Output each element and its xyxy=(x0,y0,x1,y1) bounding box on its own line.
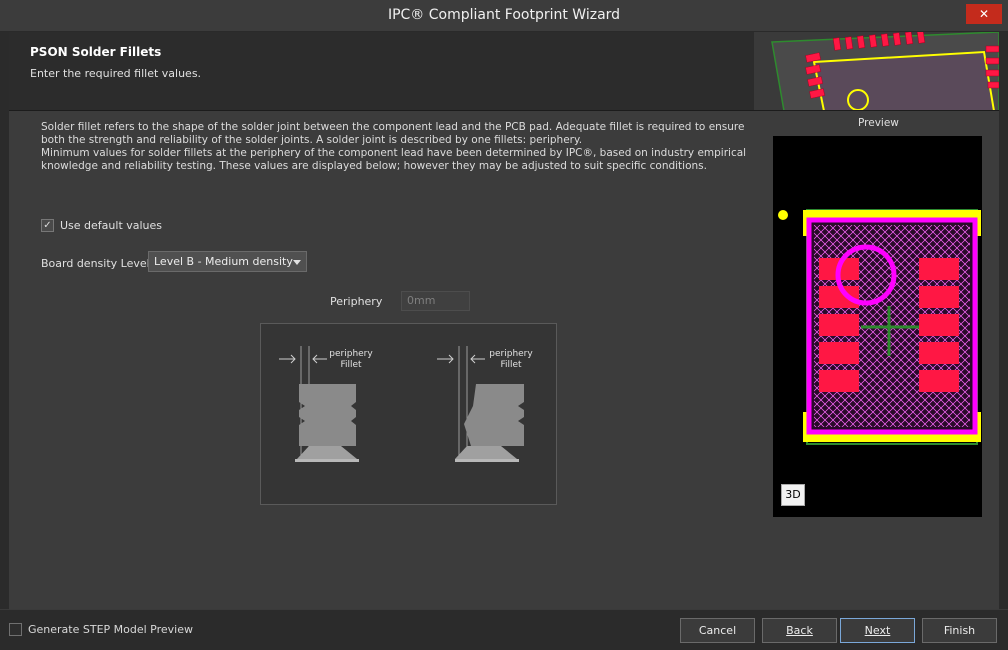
board-density-value: Level B - Medium density xyxy=(154,255,293,268)
finish-button[interactable]: Finish xyxy=(922,618,997,643)
page-subtitle: Enter the required fillet values. xyxy=(30,67,202,80)
cancel-button[interactable]: Cancel xyxy=(680,618,755,643)
back-button-label: Back xyxy=(786,624,813,637)
use-default-values-option[interactable]: ✓ Use default values xyxy=(41,219,162,232)
use-default-values-checkbox[interactable]: ✓ xyxy=(41,219,54,232)
fillet-diagram-left: periphery Fillet xyxy=(279,346,373,462)
preview-label: Preview xyxy=(858,117,899,129)
fillet-diagram-label: Fillet xyxy=(340,360,362,370)
footprint-preview[interactable]: 3D xyxy=(773,136,982,517)
use-default-values-label: Use default values xyxy=(60,219,163,232)
next-button-label: Next xyxy=(864,624,891,637)
periphery-input[interactable]: 0mm xyxy=(401,291,470,311)
pin1-marker xyxy=(778,210,788,220)
generate-step-preview-checkbox[interactable] xyxy=(9,623,22,636)
wizard-footer: Generate STEP Model Preview Cancel Back … xyxy=(0,609,1008,650)
fillet-diagram-right: periphery Fillet xyxy=(437,346,533,462)
next-button[interactable]: Next xyxy=(840,618,915,643)
periphery-label: Periphery xyxy=(330,295,383,308)
wizard-header: PSON Solder Fillets Enter the required f… xyxy=(9,32,999,111)
page-title: PSON Solder Fillets xyxy=(30,45,162,59)
close-icon: ✕ xyxy=(978,7,990,21)
chevron-down-icon xyxy=(293,260,301,265)
wizard-content: Solder fillet refers to the shape of the… xyxy=(9,111,999,609)
fillet-diagram-label: periphery xyxy=(489,349,533,359)
description-paragraph: Minimum values for solder fillets at the… xyxy=(41,147,747,172)
close-button[interactable]: ✕ xyxy=(966,4,1002,24)
board-density-select[interactable]: Level B - Medium density xyxy=(148,251,307,272)
footprint-preview-graphic xyxy=(778,209,981,445)
generate-step-preview-label: Generate STEP Model Preview xyxy=(28,623,193,636)
board-density-label: Board density Level xyxy=(41,257,150,270)
description-paragraph: Solder fillet refers to the shape of the… xyxy=(41,121,745,146)
fillet-illustration: periphery Fillet periphery Fillet xyxy=(279,346,533,462)
generate-step-preview-option[interactable]: Generate STEP Model Preview xyxy=(9,623,193,636)
back-button[interactable]: Back xyxy=(762,618,837,643)
title-bar: IPC® Compliant Footprint Wizard ✕ xyxy=(0,0,1008,32)
fillet-description: Solder fillet refers to the shape of the… xyxy=(41,121,751,173)
fillet-diagram: periphery Fillet periphery Fillet xyxy=(260,323,557,505)
footprint-banner-image xyxy=(754,32,999,110)
window-title: IPC® Compliant Footprint Wizard xyxy=(387,7,621,23)
3d-view-button[interactable]: 3D xyxy=(781,484,805,506)
checkmark-icon: ✓ xyxy=(43,220,52,231)
fillet-diagram-label: periphery xyxy=(329,349,373,359)
fillet-diagram-label: Fillet xyxy=(500,360,522,370)
